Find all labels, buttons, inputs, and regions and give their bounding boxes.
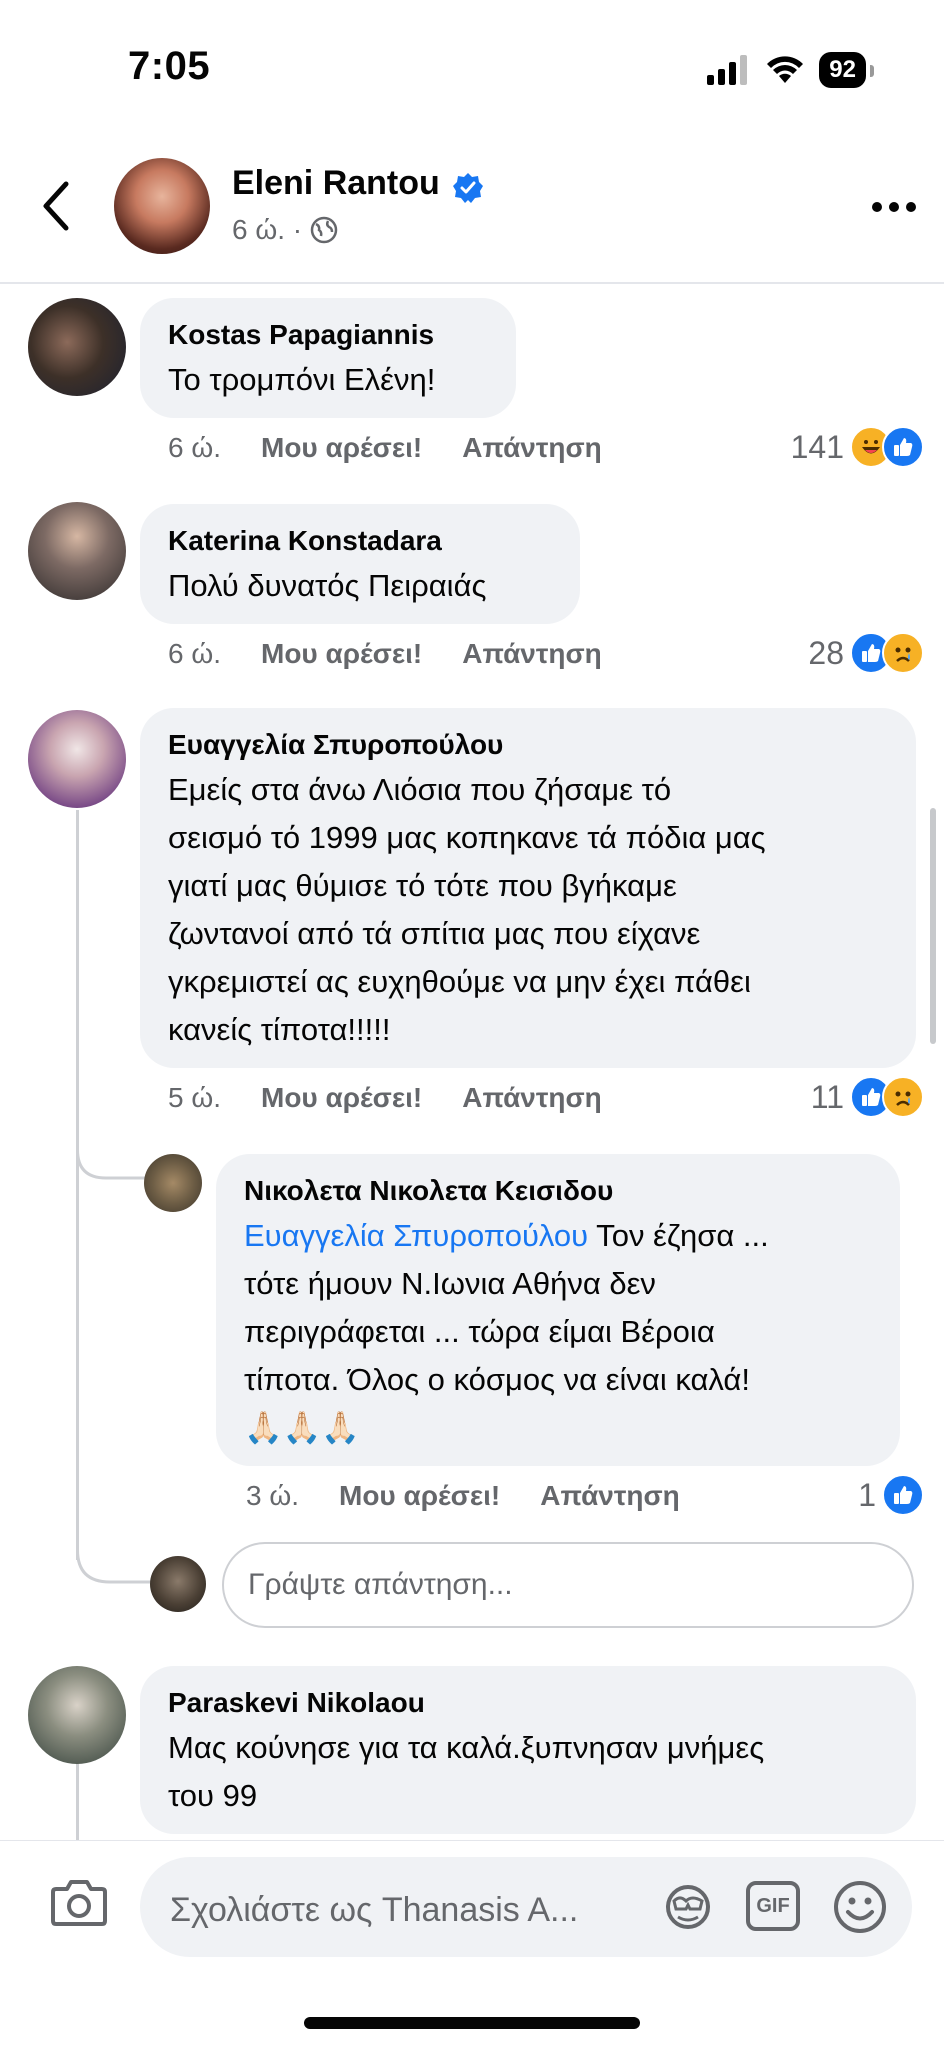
comment-author[interactable]: Katerina Konstadara — [168, 524, 552, 558]
comment-line: Μας κούνησε για τα καλά.ξυπνησαν μνήμες — [168, 1730, 765, 1765]
scrollbar[interactable] — [930, 808, 936, 1044]
comment-composer: Σχολιάστε ως Thanasis A... GIF — [0, 1840, 944, 2047]
comment-author[interactable]: Kostas Papagiannis — [168, 318, 488, 352]
post-header: Eleni Rantou 6 ώ. · — [0, 150, 944, 280]
reply-button[interactable]: Απάντηση — [540, 1480, 680, 1512]
comment-author[interactable]: Paraskevi Nikolaou — [168, 1686, 888, 1720]
cellular-signal-icon — [707, 55, 748, 85]
thread-branch — [76, 1520, 156, 1584]
globe-icon — [310, 216, 338, 244]
commenter-avatar[interactable] — [28, 502, 126, 600]
like-reaction-icon — [882, 1474, 924, 1516]
comment-author[interactable]: Ευαγγελία Σπυροπούλου — [168, 728, 888, 762]
comment-bubble: Kostas Papagiannis Το τρομπόνι Ελένη! — [140, 298, 516, 418]
reaction-summary[interactable]: 11 — [811, 1076, 924, 1118]
reply-line: τίποτα. Όλος ο κόσμος να είναι καλά! — [244, 1362, 750, 1397]
header-divider — [0, 282, 944, 284]
reaction-summary[interactable]: 28 — [808, 632, 924, 674]
reply-button[interactable]: Απάντηση — [462, 638, 602, 670]
back-arrow-icon[interactable] — [36, 178, 76, 234]
reaction-summary[interactable]: 1 — [858, 1474, 924, 1516]
comment-time: 6 ώ. — [168, 432, 221, 463]
avatar-sticker-icon[interactable] — [660, 1881, 716, 1933]
author-name[interactable]: Eleni Rantou — [232, 164, 440, 203]
reply-author[interactable]: Νικολετα Νικολετα Κεισιδου — [244, 1174, 872, 1208]
comment-line: γιατί μας θύμισε τό τότε που βγήκαμε — [168, 868, 677, 903]
reply-line: τότε ήμουν Ν.Ιωνια Αθήνα δεν — [244, 1266, 656, 1301]
comment-line: κανείς τίποτα!!!!! — [168, 1012, 391, 1047]
comment-time: 6 ώ. — [168, 638, 221, 669]
like-button[interactable]: Μου αρέσει! — [261, 638, 422, 670]
reply-emoji-line: 🙏🏻🙏🏻🙏🏻 — [244, 1410, 360, 1445]
reply-actions: 3 ώ. Μου αρέσει! Απάντηση — [246, 1480, 680, 1512]
author-avatar[interactable] — [114, 158, 210, 254]
camera-icon[interactable] — [50, 1877, 108, 1927]
reply-button[interactable]: Απάντηση — [462, 1082, 602, 1114]
thread-line — [76, 810, 79, 1164]
sad-reaction-icon — [882, 632, 924, 674]
post-time: 6 ώ. · — [232, 214, 303, 245]
verified-badge-icon — [453, 173, 483, 203]
commenter-avatar[interactable] — [28, 1666, 126, 1764]
comment-line: του 99 — [168, 1778, 258, 1813]
status-icons: 92 — [707, 52, 874, 88]
comment-line: σεισμό τό 1999 μας κοπηκανε τά πόδια μας — [168, 820, 766, 855]
gif-button[interactable]: GIF — [746, 1881, 800, 1931]
wifi-icon — [767, 56, 804, 83]
comment-bubble: Ευαγγελία Σπυροπούλου Εμείς στα άνω Λιόσ… — [140, 708, 916, 1068]
emoji-icon[interactable] — [832, 1879, 888, 1935]
comment-actions: 6 ώ. Μου αρέσει! Απάντηση — [168, 638, 602, 670]
thread-line — [76, 1760, 79, 1840]
comment-actions: 5 ώ. Μου αρέσει! Απάντηση — [168, 1082, 602, 1114]
comment-actions: 6 ώ. Μου αρέσει! Απάντηση — [168, 432, 602, 464]
status-time: 7:05 — [128, 44, 211, 88]
reaction-summary[interactable]: 141 — [791, 426, 924, 468]
comment-text: Πολύ δυνατός Πειραιάς — [168, 568, 487, 603]
reply-button[interactable]: Απάντηση — [462, 432, 602, 464]
reply-line-text: Τον έζησα ... — [588, 1218, 769, 1253]
home-indicator — [304, 2017, 640, 2029]
like-button[interactable]: Μου αρέσει! — [261, 1082, 422, 1114]
reply-input[interactable]: Γράψτε απάντηση... — [222, 1542, 914, 1628]
commenter-avatar[interactable] — [28, 710, 126, 808]
reply-input-placeholder: Γράψτε απάντηση... — [248, 1568, 513, 1601]
commenter-avatar[interactable] — [28, 298, 126, 396]
post-meta: 6 ώ. · — [232, 214, 338, 246]
replier-avatar[interactable] — [144, 1154, 202, 1212]
comment-text: Το τρομπόνι Ελένη! — [168, 362, 436, 397]
thread-line — [76, 1160, 79, 1560]
reaction-count: 28 — [808, 634, 844, 671]
reply-text: Ευαγγελία Σπυροπούλου Τον έζησα ... τότε… — [244, 1212, 872, 1452]
comment-line: ζωντανοί από τά σπίτια μας που είχανε — [168, 916, 701, 951]
reply-line: περιγράφεται ... τώρα είμαι Βέροια — [244, 1314, 715, 1349]
sad-reaction-icon — [882, 1076, 924, 1118]
my-avatar — [150, 1556, 206, 1612]
mention-link[interactable]: Ευαγγελία Σπυροπούλου — [244, 1218, 588, 1253]
reply-bubble: Νικολετα Νικολετα Κεισιδου Ευαγγελία Σπυ… — [216, 1154, 900, 1466]
more-options-icon[interactable] — [872, 202, 916, 212]
reply-time: 3 ώ. — [246, 1480, 299, 1511]
battery-indicator: 92 — [819, 52, 874, 88]
like-button[interactable]: Μου αρέσει! — [261, 432, 422, 464]
thread-branch — [76, 1120, 156, 1180]
like-reaction-icon — [882, 426, 924, 468]
reaction-count: 1 — [858, 1476, 876, 1513]
comment-text: Εμείς στα άνω Λιόσια που ζήσαμε τό σεισμ… — [168, 766, 888, 1054]
comment-bubble: Paraskevi Nikolaou Μας κούνησε για τα κα… — [140, 1666, 916, 1834]
comment-bubble: Katerina Konstadara Πολύ δυνατός Πειραιά… — [140, 504, 580, 624]
reply-line: Ευαγγελία Σπυροπούλου Τον έζησα ... — [244, 1212, 872, 1260]
reaction-count: 11 — [810, 1078, 844, 1115]
comment-line: Εμείς στα άνω Λιόσια που ζήσαμε τό — [168, 772, 672, 807]
comment-text: Μας κούνησε για τα καλά.ξυπνησαν μνήμες … — [168, 1724, 888, 1820]
comment-line: γκρεμιστεί ας ευχηθούμε να μην έχει πάθε… — [168, 964, 751, 999]
reaction-count: 141 — [790, 428, 844, 465]
comment-time: 5 ώ. — [168, 1082, 221, 1113]
like-button[interactable]: Μου αρέσει! — [339, 1480, 500, 1512]
comment-input-placeholder: Σχολιάστε ως Thanasis A... — [170, 1891, 579, 1929]
